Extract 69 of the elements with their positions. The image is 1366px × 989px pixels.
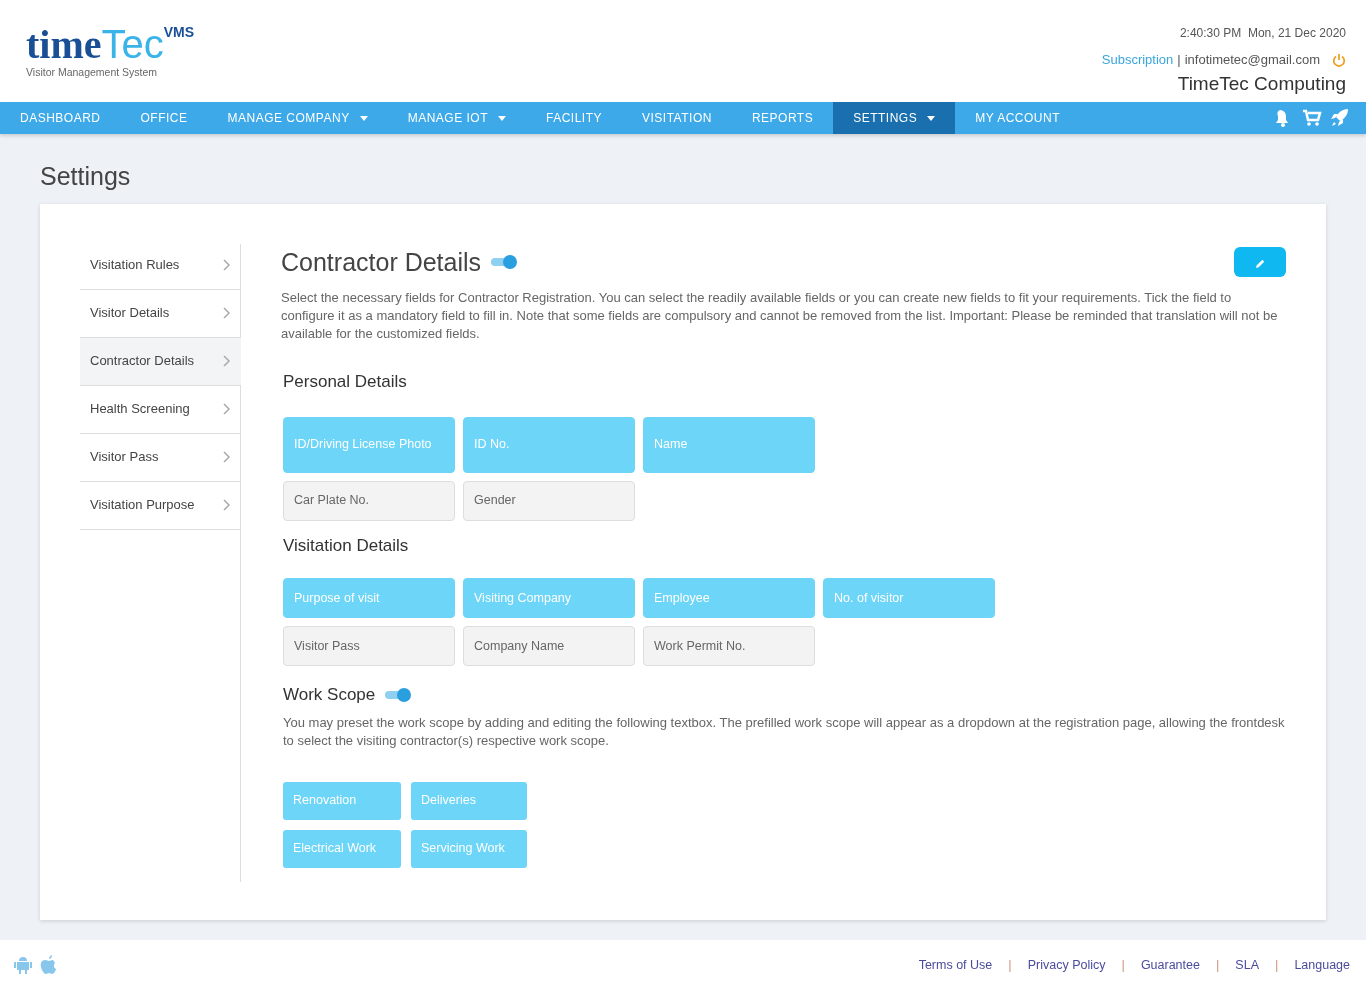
sidebar-item[interactable]: Visitor Pass	[80, 433, 241, 482]
work-scope-tag[interactable]: Servicing Work	[411, 829, 527, 868]
field-tile[interactable]: ID No.	[463, 416, 635, 473]
date-time: 2:40:30 PM Mon, 21 Dec 2020	[1178, 25, 1346, 42]
chevron-icon	[223, 403, 231, 415]
field-tile[interactable]: ID/Driving License Photo	[283, 416, 455, 473]
field-tile[interactable]: Visiting Company	[463, 578, 635, 618]
toggle-switch[interactable]	[489, 254, 520, 271]
rocket-icon[interactable]	[1330, 108, 1350, 128]
chevron-icon	[223, 499, 231, 511]
nav-tab[interactable]: VISITATION	[622, 102, 732, 134]
separator: |	[1008, 956, 1012, 975]
cart-icon[interactable]	[1302, 108, 1322, 128]
toggle-switch[interactable]	[383, 686, 414, 703]
nav-tab[interactable]: SETTINGS	[833, 102, 956, 134]
nav-tab[interactable]: MANAGE IOT	[387, 102, 526, 134]
chevron-icon	[223, 307, 231, 319]
chevron-icon	[223, 355, 231, 367]
nav-tab[interactable]: MANAGE COMPANY	[207, 102, 388, 134]
chevron-icon	[223, 451, 231, 463]
sidebar-item[interactable]: Visitation Purpose	[80, 481, 241, 530]
sidebar-item[interactable]: Contractor Details	[80, 337, 241, 386]
group-title: Personal Details	[283, 371, 408, 393]
pencil-icon	[1254, 257, 1266, 269]
footer-link[interactable]: SLA	[1235, 955, 1259, 975]
company-name: TimeTec Computing	[1176, 71, 1346, 96]
description-text: You may preset the work scope by adding and editing the following textbox. The prefilled work scope will appear as a dropdown at the registration page, allowing the frontdesk to select the visiting contractor(s) respective work scope.	[283, 713, 1286, 750]
separator: |	[1177, 51, 1181, 69]
email-text: infotimetec@gmail.com	[1184, 51, 1320, 69]
sidebar-item[interactable]: Visitor Details	[80, 289, 241, 338]
section-title: Work Scope	[283, 684, 376, 706]
subscription-link[interactable]: Subscription	[1101, 50, 1174, 70]
sidebar-item[interactable]: Visitation Rules	[80, 241, 241, 290]
nav-tab[interactable]: MY ACCOUNT	[955, 102, 1080, 134]
caret-icon	[359, 115, 368, 121]
group-title: Visitation Details	[283, 534, 410, 557]
android-icon[interactable]	[12, 954, 34, 976]
nav-tab[interactable]: REPORTS	[731, 102, 834, 134]
section-title: Contractor Details	[281, 246, 482, 278]
nav-tab[interactable]: DASHBOARD	[0, 102, 121, 134]
caret-icon	[927, 115, 936, 121]
work-scope-tag[interactable]: Electrical Work	[283, 829, 401, 868]
work-scope-tag[interactable]: Renovation	[283, 781, 401, 820]
field-tile[interactable]: Employee	[643, 578, 815, 618]
footer-link[interactable]: Privacy Policy	[1027, 955, 1106, 975]
field-tile[interactable]: Purpose of visit	[283, 578, 455, 618]
separator: |	[1215, 956, 1220, 975]
field-tile[interactable]: Work Permit No.	[643, 626, 815, 666]
field-tile[interactable]: Gender	[463, 480, 635, 521]
nav-tab[interactable]: OFFICE	[120, 102, 208, 134]
field-tile[interactable]: Visitor Pass	[283, 626, 455, 666]
page-title: Settings	[40, 161, 132, 192]
separator: |	[1275, 956, 1279, 975]
description-text: Select the necessary fields for Contractor Registration. You can select the readily available fields or you can create new fields to fit your requirements. Tick the field to configure it as a mandatory field to fill in. Note that some fields are compulsory and cannot be removed from the list. Important: Please be reminded that translation will not be available for the customized fields.	[281, 289, 1279, 343]
sidebar-item[interactable]: Health Screening	[80, 385, 241, 434]
work-scope-tag[interactable]: Deliveries	[411, 781, 527, 820]
nav-tab[interactable]: FACILITY	[526, 102, 622, 134]
field-tile[interactable]: Car Plate No.	[283, 480, 455, 521]
field-tile[interactable]: Company Name	[463, 626, 635, 666]
separator: |	[1121, 956, 1125, 975]
footer-link[interactable]: Terms of Use	[918, 955, 993, 975]
power-icon[interactable]	[1332, 52, 1346, 67]
field-tile[interactable]: Name	[643, 416, 815, 473]
edit-button[interactable]	[1234, 247, 1286, 278]
field-tile[interactable]: No. of visitor	[823, 578, 995, 618]
footer-link[interactable]: Language	[1294, 955, 1350, 975]
footer-link[interactable]: Guarantee	[1140, 955, 1200, 975]
caret-icon	[498, 115, 506, 121]
chevron-icon	[223, 259, 231, 271]
